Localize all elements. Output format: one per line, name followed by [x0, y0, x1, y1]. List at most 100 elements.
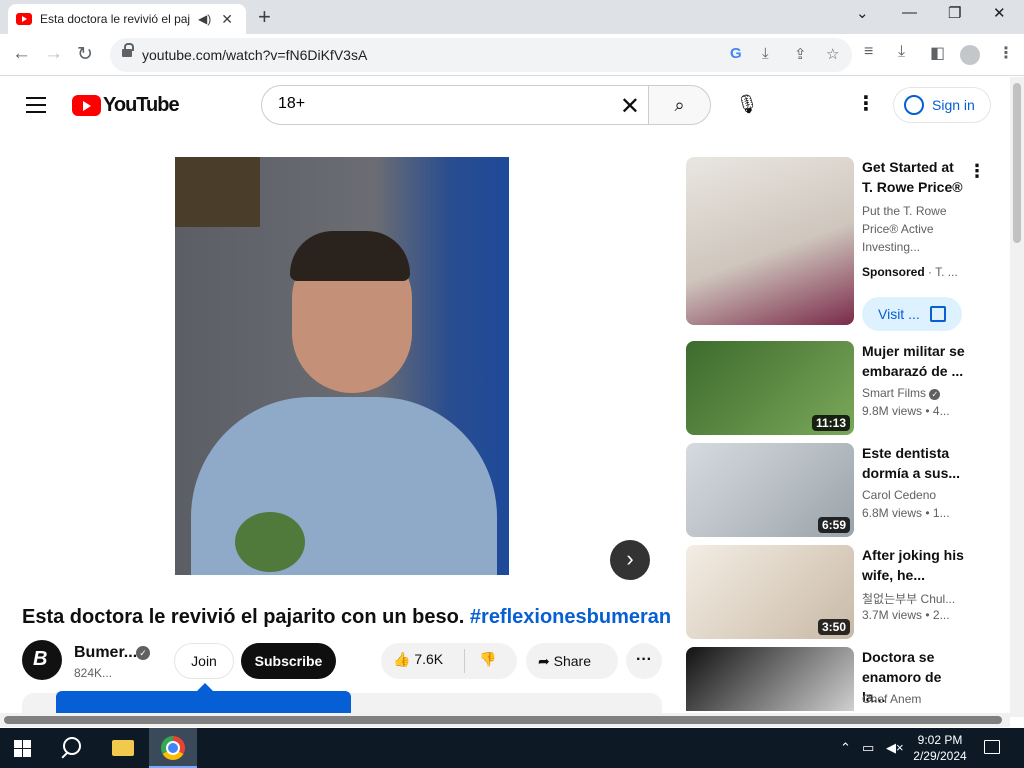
next-video-button[interactable]: ›: [610, 540, 650, 580]
notification-icon[interactable]: [984, 740, 1000, 754]
video-item-title[interactable]: Este dentista dormía a sus...: [862, 443, 966, 483]
video-item-meta: 6.8M views • 1...: [862, 506, 950, 520]
tab-audio-icon[interactable]: ◀): [198, 12, 211, 26]
video-frame[interactable]: [175, 157, 509, 575]
back-button[interactable]: ←: [12, 43, 31, 65]
microphone-icon: 🎙: [735, 94, 759, 114]
channel-avatar[interactable]: [22, 640, 62, 680]
visit-site-button[interactable]: Visit ...: [862, 297, 962, 331]
share-page-icon[interactable]: ⇪: [794, 45, 807, 63]
video-item-channel[interactable]: Carol Cedeno: [862, 488, 936, 502]
bookmark-star-icon[interactable]: ☆: [826, 45, 839, 63]
sign-in-label: Sign in: [932, 97, 975, 113]
sign-in-button[interactable]: Sign in: [893, 87, 991, 123]
media-control-icon[interactable]: ≡: [864, 43, 873, 61]
like-button[interactable]: 👍 7.6K: [393, 651, 443, 668]
share-icon: ➦: [538, 653, 550, 669]
search-button[interactable]: ⌕: [648, 85, 711, 125]
voice-search-button[interactable]: 🎙: [727, 85, 767, 125]
search-input[interactable]: [278, 95, 598, 113]
video-thumbnail[interactable]: 3:50: [686, 545, 854, 639]
vertical-scroll-thumb[interactable]: [1013, 83, 1021, 243]
close-window-button[interactable]: ✕: [993, 4, 1006, 22]
tab-search-icon[interactable]: ⌄: [856, 4, 869, 22]
address-bar[interactable]: youtube.com/watch?v=fN6DiKfV3sA G ⤓ ⇪ ☆: [110, 38, 852, 72]
video-item-age: • 2...: [925, 608, 950, 622]
video-thumbnail[interactable]: 6:59: [686, 443, 854, 537]
related-video-item[interactable]: Doctora se enamoro de la... Chef Anem: [686, 647, 986, 711]
sponsored-menu-icon[interactable]: ⋮: [968, 161, 986, 182]
downloads-icon[interactable]: ⤓: [898, 43, 905, 61]
network-icon[interactable]: ▭: [862, 740, 874, 756]
settings-menu-icon[interactable]: ⋮: [856, 91, 876, 116]
forward-button[interactable]: →: [44, 43, 63, 65]
horizontal-scrollbar[interactable]: [0, 713, 1010, 727]
system-clock[interactable]: 9:02 PM 2/29/2024: [908, 732, 972, 764]
sponsored-label-row: Sponsored · T. ...: [862, 265, 958, 279]
youtube-play-icon: [72, 95, 101, 116]
visit-site-label: Visit ...: [878, 306, 920, 322]
minimize-button[interactable]: —: [902, 4, 917, 21]
chrome-menu-icon[interactable]: ⋮: [998, 43, 1014, 63]
more-horizontal-icon: ···: [636, 651, 652, 668]
youtube-logo[interactable]: YouTube: [72, 94, 180, 117]
browser-tab-active[interactable]: Esta doctora le revivió el pajarito con …: [8, 4, 246, 34]
profile-avatar-icon[interactable]: [960, 45, 980, 65]
video-item-age: • 4...: [925, 404, 950, 418]
reload-button[interactable]: ↻: [77, 43, 93, 66]
video-duration: 3:50: [817, 619, 850, 635]
search-box[interactable]: ✕: [261, 85, 649, 125]
related-video-item[interactable]: 11:13 Mujer militar se embarazó de ... S…: [686, 341, 986, 435]
join-tooltip: [56, 691, 351, 713]
side-panel-icon[interactable]: ◧: [930, 43, 945, 63]
video-item-channel[interactable]: 철없는부부 Chul...: [862, 590, 955, 607]
video-hashtag-link[interactable]: #reflexionesbumeran: [470, 606, 671, 628]
vertical-scrollbar[interactable]: [1010, 77, 1024, 717]
file-explorer-icon[interactable]: [110, 734, 138, 762]
join-button[interactable]: Join: [174, 643, 234, 679]
background-picture-frame: [175, 157, 260, 227]
related-video-item[interactable]: 3:50 After joking his wife, he... 철없는부부 …: [686, 545, 986, 639]
search-icon: ⌕: [674, 95, 685, 115]
sponsored-thumbnail[interactable]: [686, 157, 854, 325]
restore-button[interactable]: ❐: [948, 4, 961, 22]
video-item-title[interactable]: Mujer militar se embarazó de ...: [862, 341, 966, 381]
sponsored-card[interactable]: Get Started at T. Rowe Price® ⋮ Put the …: [686, 157, 986, 337]
video-thumbnail[interactable]: [686, 647, 854, 711]
browser-tab-strip: Esta doctora le revivió el pajarito con …: [0, 0, 1024, 34]
chevron-right-icon: ›: [626, 546, 634, 571]
hamburger-menu-icon[interactable]: [26, 97, 46, 118]
video-item-meta: 9.8M views • 4...: [862, 404, 950, 418]
plant: [235, 512, 305, 572]
tab-close-icon[interactable]: ✕: [221, 11, 233, 28]
lock-icon[interactable]: [122, 43, 134, 59]
subscribe-button[interactable]: Subscribe: [241, 643, 336, 679]
video-item-title[interactable]: After joking his wife, he...: [862, 545, 966, 585]
windows-start-icon[interactable]: [14, 740, 31, 757]
taskbar-search-icon[interactable]: [59, 734, 87, 762]
related-video-item[interactable]: 6:59 Este dentista dormía a sus... Carol…: [686, 443, 986, 537]
horizontal-scroll-thumb[interactable]: [4, 716, 1002, 724]
volume-icon[interactable]: ◀×: [886, 740, 904, 756]
install-app-icon[interactable]: ⤓: [762, 45, 769, 62]
new-tab-button[interactable]: +: [258, 4, 271, 30]
sponsored-description: Put the T. Rowe Price® Active Investing.…: [862, 204, 947, 254]
video-item-channel[interactable]: Smart Films ✓: [862, 386, 941, 400]
url-text[interactable]: youtube.com/watch?v=fN6DiKfV3sA: [142, 47, 367, 63]
tray-overflow-icon[interactable]: ⌃: [840, 740, 851, 756]
video-player[interactable]: ›: [22, 157, 662, 580]
google-translate-icon[interactable]: G: [730, 45, 742, 62]
video-thumbnail[interactable]: 11:13: [686, 341, 854, 435]
person-hair: [290, 231, 410, 281]
youtube-logo-text: YouTube: [103, 94, 180, 116]
dislike-button[interactable]: 👎: [479, 651, 496, 668]
external-link-icon: [930, 306, 946, 322]
video-item-channel[interactable]: Chef Anem: [862, 692, 921, 706]
like-count: 7.6K: [414, 651, 444, 667]
clear-search-icon[interactable]: ✕: [620, 92, 640, 121]
channel-row: Bumer... ✓ 824K... Join Subscribe 👍 7.6K…: [22, 640, 662, 682]
sponsored-title[interactable]: Get Started at T. Rowe Price®: [862, 157, 966, 197]
share-button[interactable]: ➦ Share: [526, 643, 618, 679]
more-actions-button[interactable]: ···: [626, 643, 662, 679]
channel-name[interactable]: Bumer...: [74, 644, 137, 662]
